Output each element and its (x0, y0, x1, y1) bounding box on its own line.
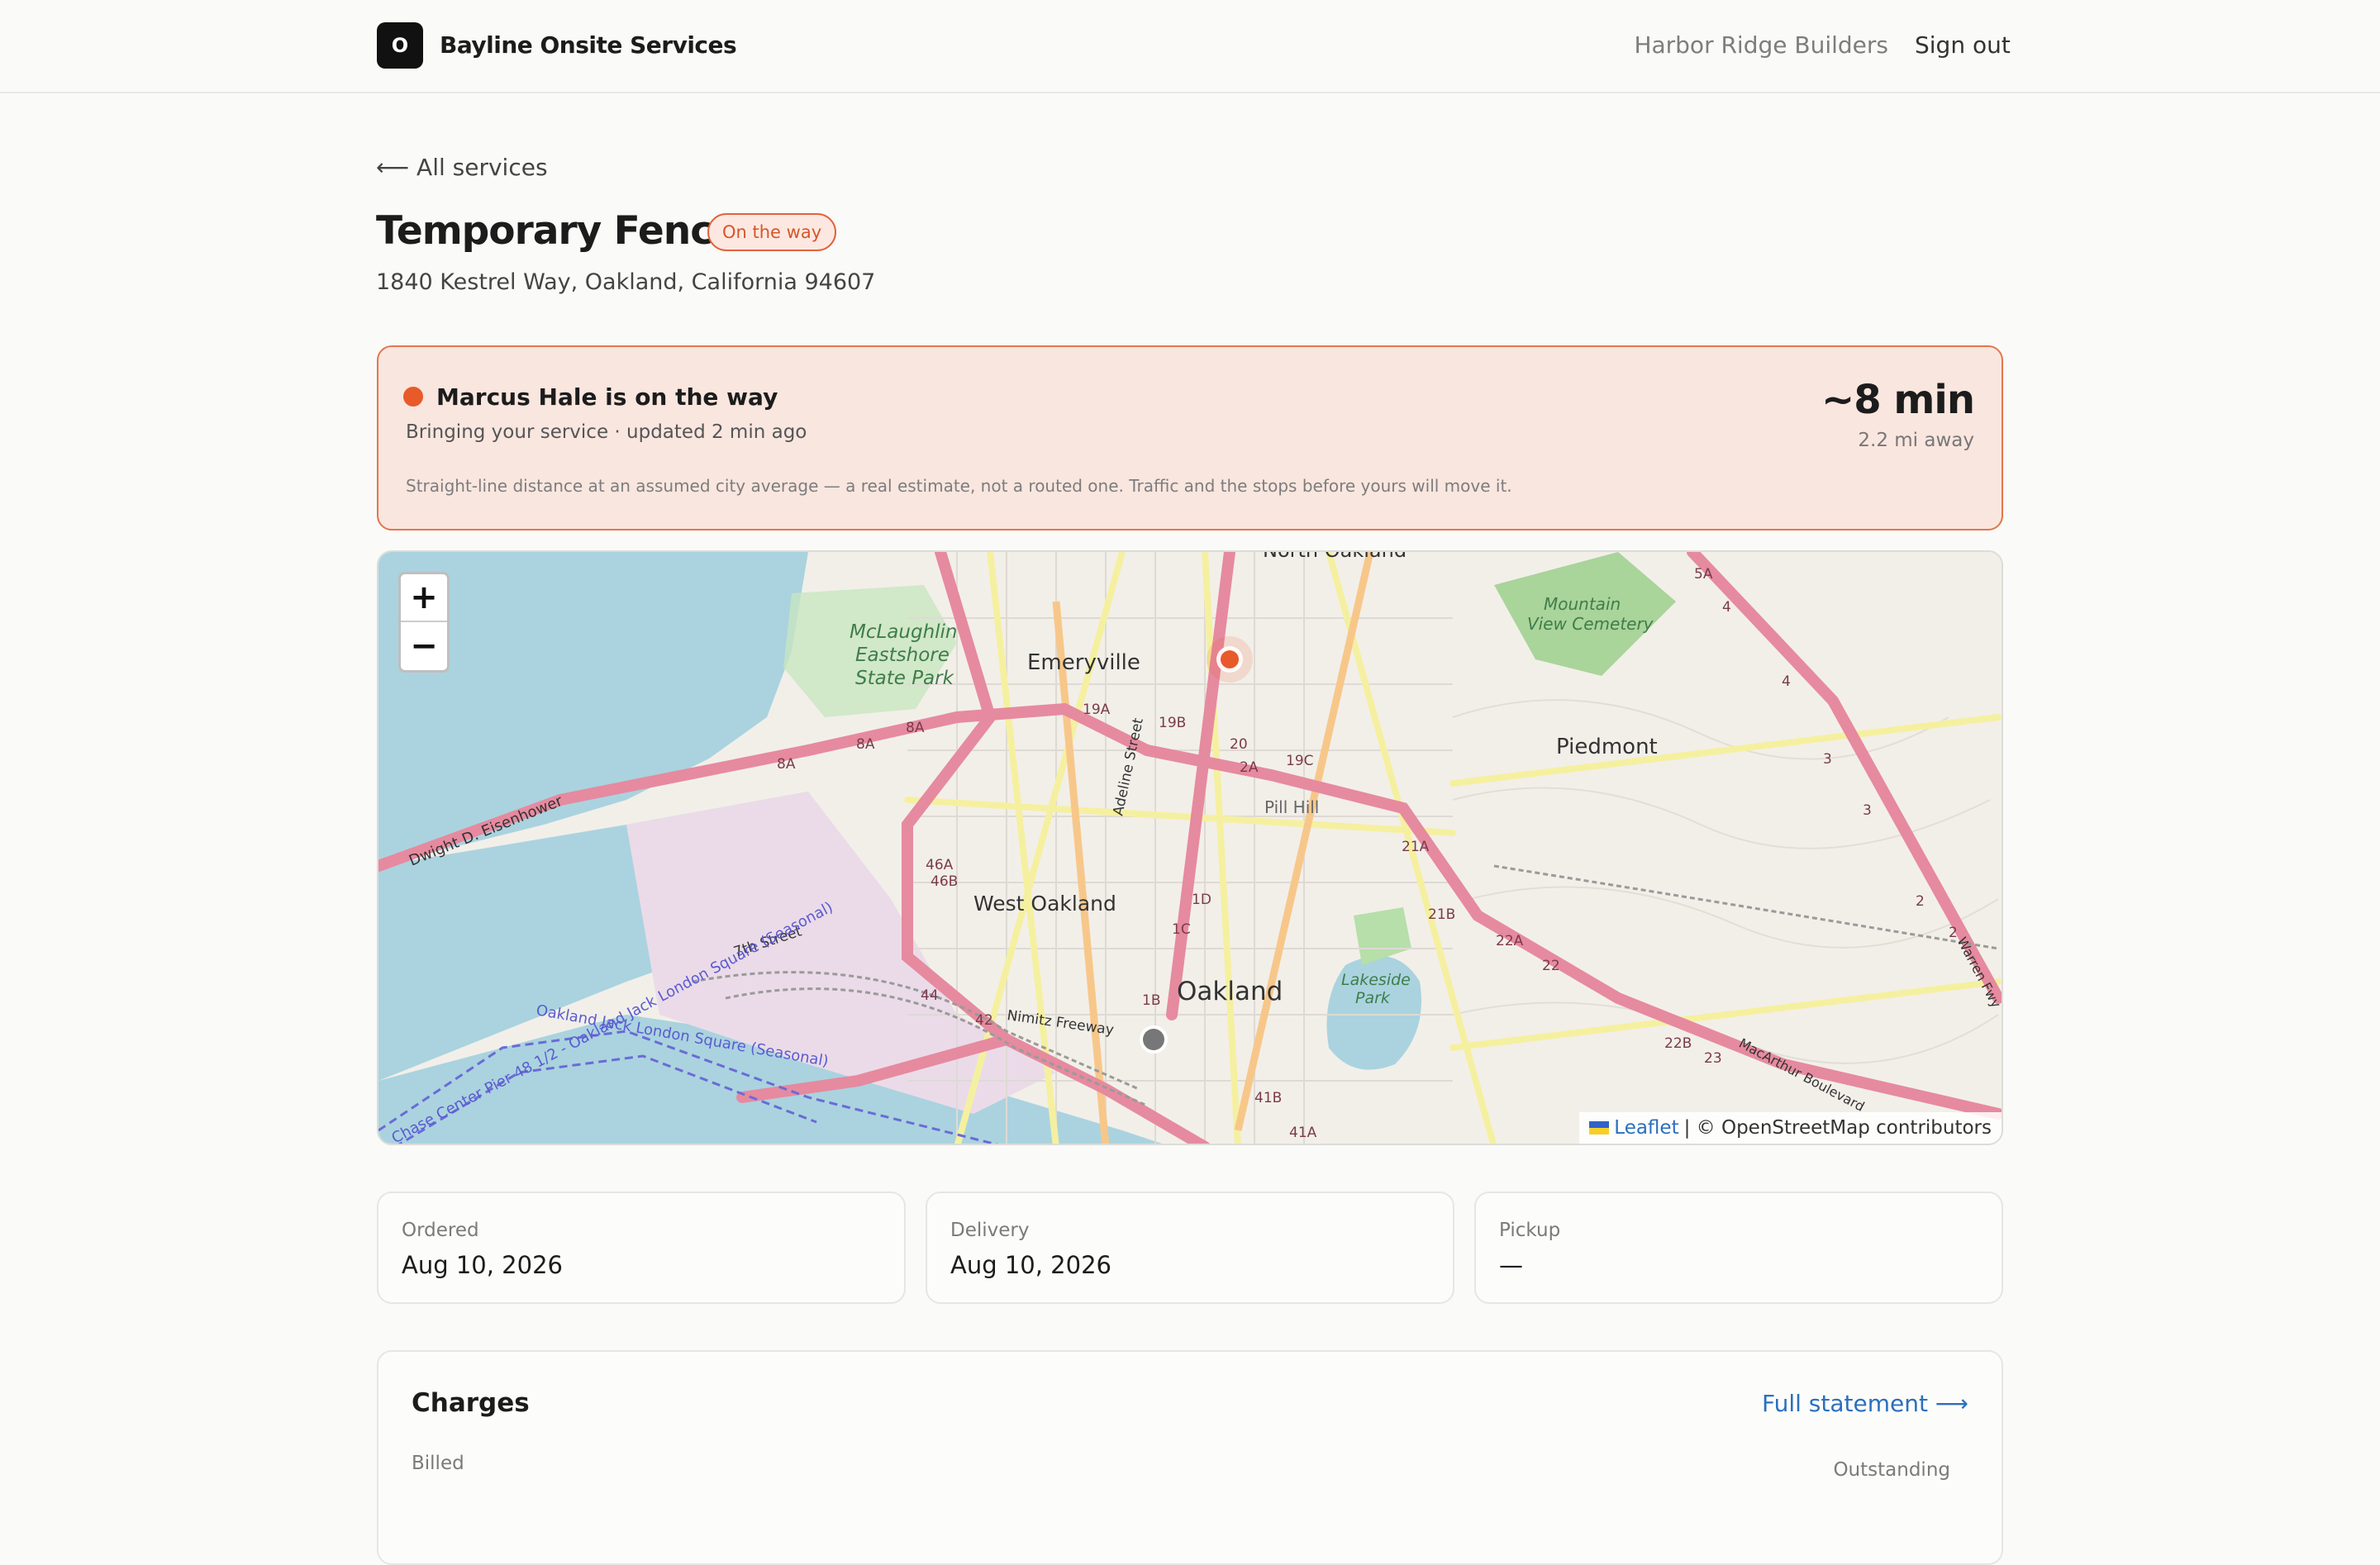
map-label-mclaughlin-2: Eastshore (855, 645, 950, 666)
eta-note: Straight-line distance at an assumed cit… (406, 476, 1512, 496)
billed-label: Billed (412, 1453, 464, 1474)
svg-text:4: 4 (1722, 599, 1731, 616)
svg-text:8A: 8A (777, 756, 796, 773)
eta-subline: Bringing your service · updated 2 min ag… (406, 421, 807, 443)
svg-text:2: 2 (1916, 893, 1925, 910)
page-title: Temporary Fence (376, 208, 739, 254)
delivery-card: Delivery Aug 10, 2026 (926, 1192, 1454, 1304)
map-label-mclaughlin-3: State Park (855, 668, 955, 689)
driver-location-marker[interactable] (1207, 636, 1253, 683)
map-tiles[interactable]: North Oakland Emeryville McLaughlin East… (378, 552, 2003, 1145)
delivery-label: Delivery (950, 1220, 1030, 1241)
eta-card: Marcus Hale is on the way Bringing your … (377, 345, 2003, 530)
svg-text:44: 44 (921, 987, 939, 1004)
pickup-value: — (1499, 1251, 1523, 1279)
svg-text:1B: 1B (1142, 992, 1160, 1009)
svg-text:41A: 41A (1289, 1125, 1317, 1141)
map-label-north-oakland: North Oakland (1263, 552, 1407, 562)
map-zoom-control: + − (398, 572, 450, 673)
svg-text:41B: 41B (1254, 1090, 1282, 1106)
map-label-west-oakland: West Oakland (973, 892, 1116, 916)
svg-text:3: 3 (1823, 751, 1832, 768)
svg-text:19A: 19A (1083, 702, 1111, 718)
top-bar: O Bayline Onsite Services Harbor Ridge B… (0, 0, 2380, 93)
svg-text:1C: 1C (1172, 921, 1191, 938)
svg-text:19C: 19C (1286, 753, 1314, 769)
brand-name: Bayline Onsite Services (440, 31, 737, 59)
eta-headline: Marcus Hale is on the way (436, 383, 778, 411)
svg-text:1D: 1D (1192, 892, 1211, 908)
outstanding-label: Outstanding (1833, 1459, 1950, 1481)
svg-text:22B: 22B (1664, 1035, 1692, 1052)
ordered-value: Aug 10, 2026 (402, 1251, 563, 1279)
svg-text:21A: 21A (1402, 839, 1430, 855)
map-label-lakeside-2: Park (1355, 989, 1391, 1007)
svg-text:20: 20 (1230, 736, 1248, 753)
map-label-lakeside-1: Lakeside (1341, 971, 1411, 989)
brand-logo[interactable]: O (377, 22, 423, 69)
tracking-map[interactable]: North Oakland Emeryville McLaughlin East… (377, 550, 2003, 1145)
charges-title: Charges (412, 1388, 530, 1418)
company-name: Harbor Ridge Builders (1634, 31, 1888, 59)
svg-text:4: 4 (1782, 673, 1791, 690)
destination-marker[interactable] (1140, 1025, 1168, 1054)
ordered-label: Ordered (402, 1220, 479, 1241)
zoom-out-button[interactable]: − (401, 622, 447, 670)
map-attribution: Leaflet | © OpenStreetMap contributors (1579, 1112, 2002, 1144)
map-label-oakland: Oakland (1177, 977, 1283, 1006)
delivery-value: Aug 10, 2026 (950, 1251, 1111, 1279)
svg-text:19B: 19B (1159, 715, 1186, 731)
svg-text:46A: 46A (926, 857, 954, 873)
svg-text:22A: 22A (1496, 933, 1524, 949)
svg-text:46B: 46B (931, 873, 958, 890)
svg-text:3: 3 (1863, 802, 1872, 819)
svg-text:42: 42 (975, 1012, 993, 1029)
osm-attribution-text: | © OpenStreetMap contributors (1683, 1117, 1992, 1139)
leaflet-link[interactable]: Leaflet (1614, 1117, 1678, 1139)
eta-minutes: ~8 min (1821, 377, 1975, 423)
pickup-label: Pickup (1499, 1220, 1561, 1241)
svg-text:21B: 21B (1428, 906, 1455, 923)
svg-text:23: 23 (1704, 1050, 1722, 1067)
ordered-card: Ordered Aug 10, 2026 (377, 1192, 906, 1304)
svg-text:8A: 8A (906, 720, 925, 736)
map-label-mountain-view-1: Mountain (1544, 594, 1621, 614)
ukraine-flag-icon (1589, 1121, 1610, 1135)
sign-out-button[interactable]: Sign out (1915, 31, 2011, 59)
svg-text:2A: 2A (1240, 759, 1259, 776)
svg-text:2: 2 (1949, 925, 1958, 941)
full-statement-link[interactable]: Full statement ⟶ (1762, 1390, 1968, 1417)
service-address: 1840 Kestrel Way, Oakland, California 94… (376, 269, 876, 295)
zoom-in-button[interactable]: + (401, 574, 447, 622)
back-to-all-services-link[interactable]: ⟵ All services (376, 154, 548, 181)
svg-text:22: 22 (1542, 958, 1560, 974)
status-badge: On the way (707, 213, 837, 251)
eta-distance: 2.2 mi away (1858, 430, 1974, 451)
svg-text:8A: 8A (856, 736, 875, 753)
live-status-dot-icon (403, 387, 423, 407)
svg-text:5A: 5A (1694, 566, 1713, 583)
charges-card: Charges Full statement ⟶ Billed Outstand… (377, 1350, 2003, 1565)
map-label-piedmont: Piedmont (1556, 735, 1658, 759)
pickup-card: Pickup — (1474, 1192, 2003, 1304)
map-label-pill-hill: Pill Hill (1264, 797, 1319, 817)
map-label-emeryville: Emeryville (1027, 650, 1140, 675)
map-label-mountain-view-2: View Cemetery (1527, 614, 1654, 634)
map-label-mclaughlin-1: McLaughlin (850, 621, 958, 643)
